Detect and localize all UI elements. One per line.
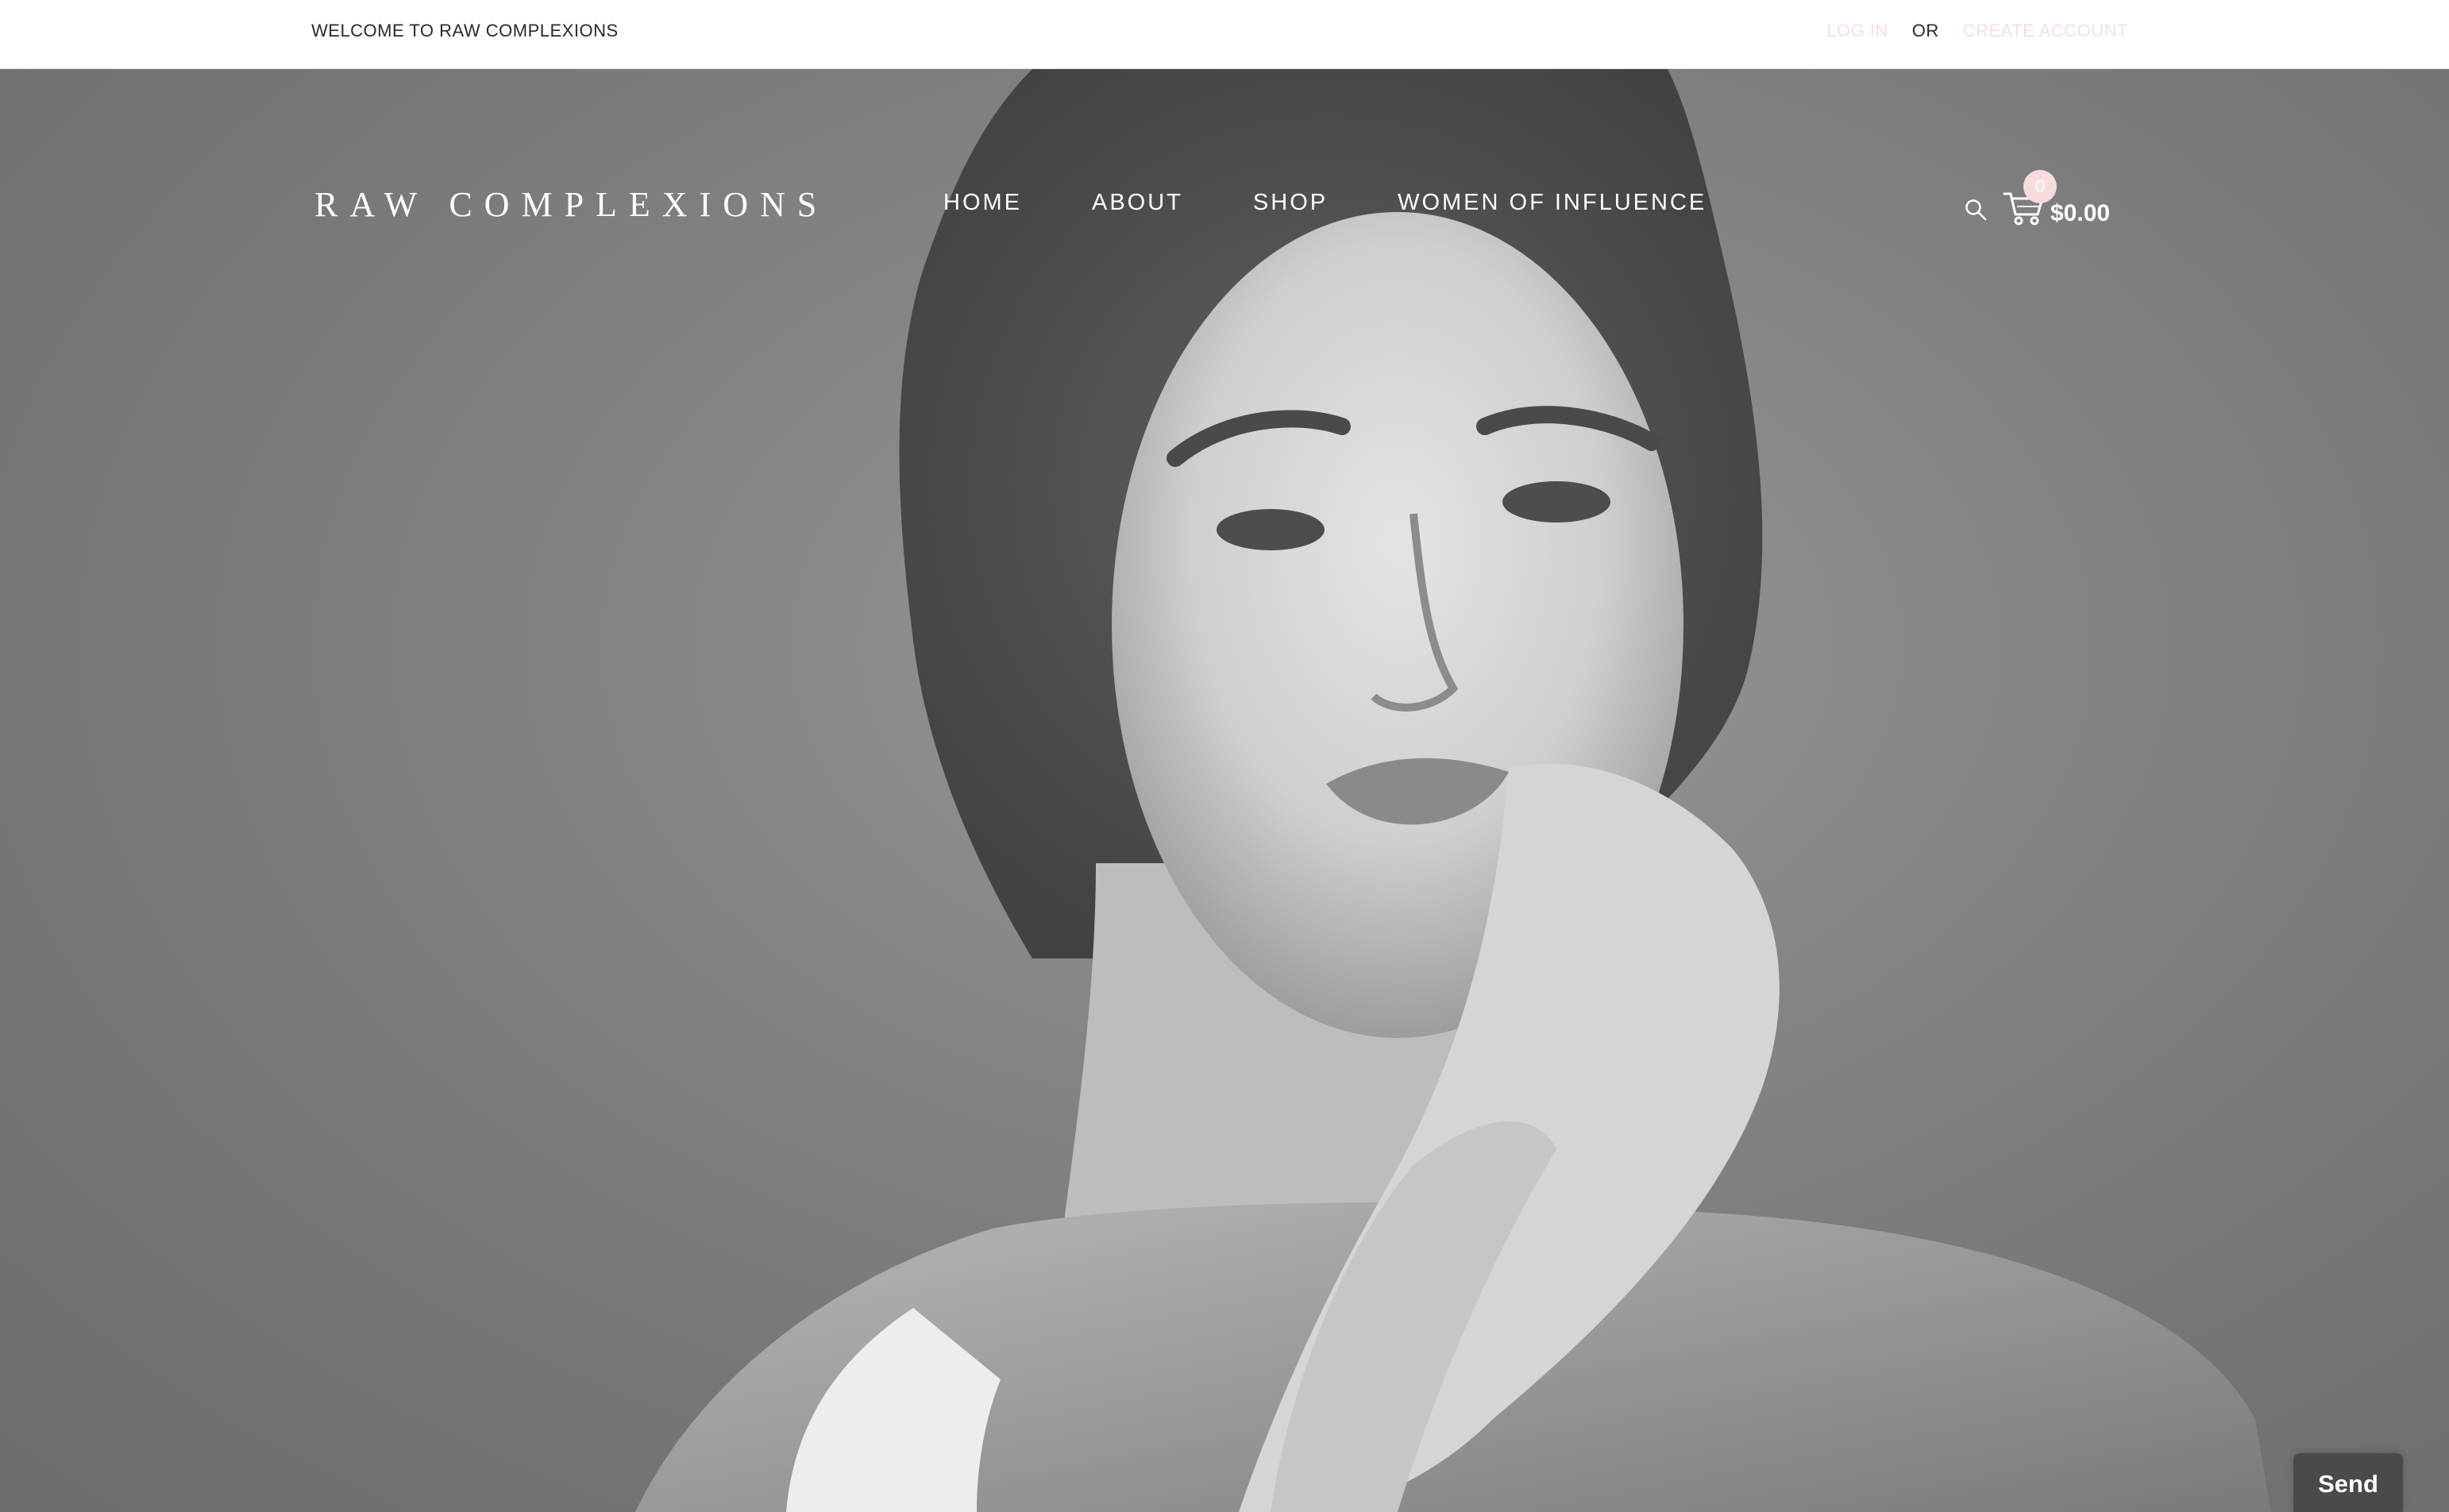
hero-portrait-image (635, 69, 2271, 1512)
or-separator: OR (1911, 21, 1939, 40)
search-icon[interactable] (1965, 199, 1987, 221)
announcement-bar: WELCOME TO RAW COMPLEXIONS LOG IN OR CRE… (0, 0, 2449, 69)
hero-banner: RAW COMPLEXIONS (0, 69, 2449, 1512)
account-links: LOG IN OR CREATE ACCOUNT (1826, 21, 2128, 41)
nav-item-women-of-influence[interactable]: WOMEN OF INFLUENCE (1398, 190, 1707, 216)
login-link[interactable]: LOG IN (1826, 21, 1888, 41)
nav-item-home[interactable]: HOME (943, 190, 1022, 216)
nav-item-about[interactable]: ABOUT (1092, 190, 1183, 216)
nav-item-shop[interactable]: SHOP (1253, 190, 1328, 216)
cart-button[interactable]: 0 $0.00 (2003, 170, 2122, 233)
cart-count-badge: 0 (2023, 170, 2057, 203)
send-button[interactable]: Send (2293, 1453, 2403, 1512)
welcome-text: WELCOME TO RAW COMPLEXIONS (311, 21, 619, 40)
site-logo[interactable]: RAW COMPLEXIONS (314, 184, 828, 225)
create-account-link[interactable]: CREATE ACCOUNT (1963, 21, 2128, 41)
main-navigation: HOME ABOUT SHOP WOMEN OF INFLUENCE (943, 190, 1707, 216)
cart-total: $0.00 (2050, 200, 2111, 226)
